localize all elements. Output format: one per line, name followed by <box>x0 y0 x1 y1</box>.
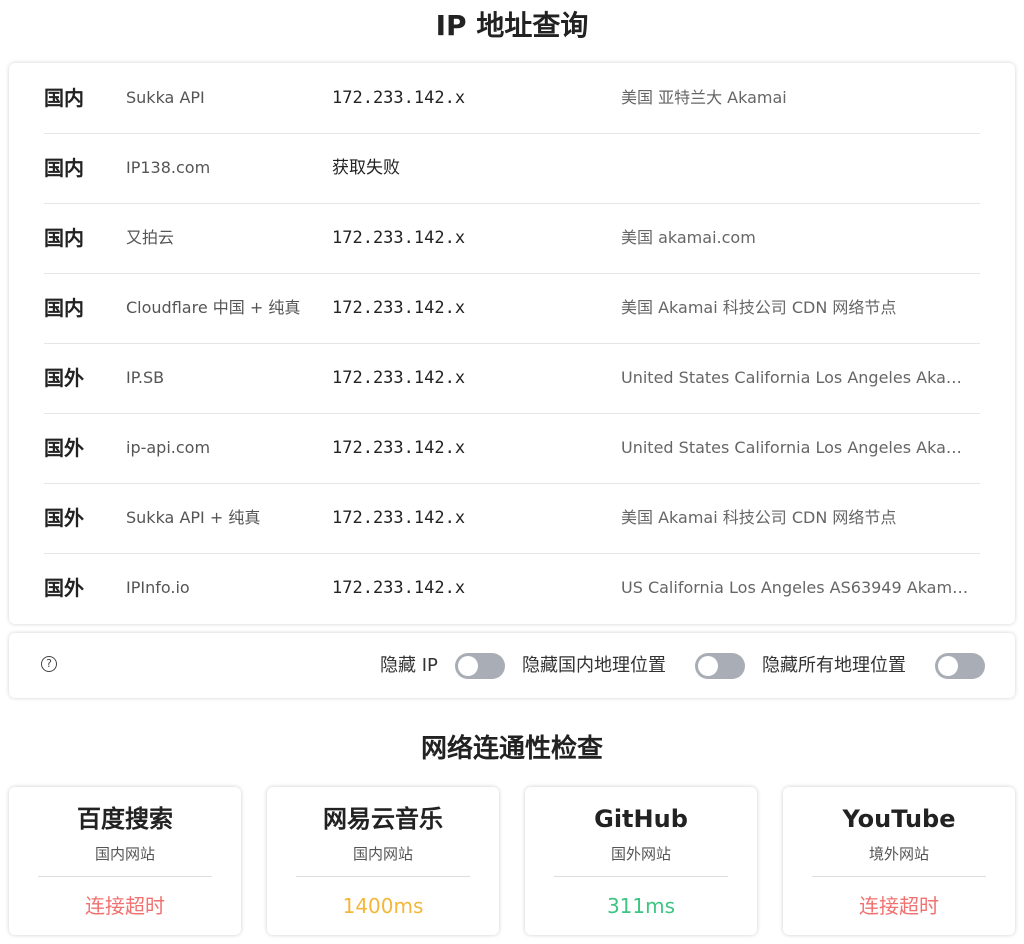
site-card-baidu[interactable]: 百度搜索 国内网站 连接超时 <box>9 787 241 935</box>
connectivity-title: 网络连通性检查 <box>420 734 603 764</box>
ip-value: 172.233.142.x <box>332 298 466 318</box>
divider <box>38 876 212 877</box>
geo-location: 美国 Akamai 科技公司 CDN 网络节点 <box>621 298 897 317</box>
ip-value: 172.233.142.x <box>332 228 466 248</box>
geo-location: US California Los Angeles AS63949 Akamai… <box>621 578 976 597</box>
source-name: IP138.com <box>126 158 211 177</box>
site-name: 网易云音乐 <box>323 805 443 833</box>
site-name: GitHub <box>594 805 688 833</box>
site-category: 国内网站 <box>94 845 155 863</box>
hide-all-geo-toggle[interactable] <box>935 653 985 679</box>
hide-all-geo-label: 隐藏所有地理位置 <box>762 655 906 676</box>
site-category: 国外网站 <box>610 845 671 863</box>
site-card-youtube[interactable]: YouTube 境外网站 连接超时 <box>783 787 1015 935</box>
toggle-knob <box>698 656 718 676</box>
region-label: 国内 <box>44 86 84 110</box>
site-status: 311ms <box>606 894 676 918</box>
ip-result-row: 国外 ip-api.com 172.233.142.x United State… <box>44 413 980 484</box>
help-icon[interactable]: ? <box>41 656 57 672</box>
source-name: ip-api.com <box>126 438 211 457</box>
source-name: 又拍云 <box>126 228 175 247</box>
ip-result-row: 国内 Cloudflare 中国 + 纯真 172.233.142.x 美国 A… <box>44 273 980 344</box>
toggle-knob <box>938 656 958 676</box>
geo-location: United States California Los Angeles Aka… <box>621 438 976 457</box>
geo-location: 美国 亚特兰大 Akamai <box>621 88 787 107</box>
ip-value: 172.233.142.x <box>332 438 466 458</box>
site-category: 境外网站 <box>868 845 929 863</box>
ip-result-row: 国内 IP138.com 获取失败 <box>44 133 980 204</box>
site-name: YouTube <box>842 805 956 833</box>
site-category: 国内网站 <box>352 845 413 863</box>
ip-result-row: 国内 又拍云 172.233.142.x 美国 akamai.com <box>44 203 980 274</box>
source-name: IPInfo.io <box>126 578 190 597</box>
region-label: 国外 <box>44 436 84 460</box>
site-card-netease-music[interactable]: 网易云音乐 国内网站 1400ms <box>267 787 499 935</box>
source-name: Sukka API <box>126 88 205 107</box>
site-status: 连接超时 <box>85 894 165 918</box>
hide-ip-toggle[interactable] <box>455 653 505 679</box>
ip-result-row: 国内 Sukka API 172.233.142.x 美国 亚特兰大 Akama… <box>44 63 980 134</box>
site-name: 百度搜索 <box>77 805 173 833</box>
source-name: IP.SB <box>126 368 165 387</box>
region-label: 国外 <box>44 366 84 390</box>
display-options-bar: ? 隐藏 IP 隐藏国内地理位置 隐藏所有地理位置 <box>9 633 1015 698</box>
page-title: IP 地址查询 <box>435 9 589 42</box>
site-status: 连接超时 <box>859 894 939 918</box>
ip-value: 172.233.142.x <box>332 368 466 388</box>
ip-results-card: 国内 Sukka API 172.233.142.x 美国 亚特兰大 Akama… <box>9 63 1015 624</box>
geo-location: 美国 akamai.com <box>621 228 756 247</box>
region-label: 国外 <box>44 576 84 600</box>
region-label: 国内 <box>44 156 84 180</box>
geo-location: United States California Los Angeles Aka… <box>621 368 976 387</box>
ip-value: 172.233.142.x <box>332 508 466 528</box>
hide-ip-label: 隐藏 IP <box>380 655 438 676</box>
hide-domestic-geo-label: 隐藏国内地理位置 <box>522 655 666 676</box>
divider <box>554 876 728 877</box>
divider <box>812 876 986 877</box>
ip-result-row: 国外 IPInfo.io 172.233.142.x US California… <box>44 553 980 623</box>
source-name: Cloudflare 中国 + 纯真 <box>126 298 301 317</box>
geo-location: 美国 Akamai 科技公司 CDN 网络节点 <box>621 508 897 527</box>
ip-value: 172.233.142.x <box>332 88 466 108</box>
source-name: Sukka API + 纯真 <box>126 508 261 527</box>
ip-value: 172.233.142.x <box>332 578 466 598</box>
ip-result-row: 国外 IP.SB 172.233.142.x United States Cal… <box>44 343 980 414</box>
region-label: 国外 <box>44 506 84 530</box>
region-label: 国内 <box>44 226 84 250</box>
hide-domestic-geo-toggle[interactable] <box>695 653 745 679</box>
toggle-knob <box>458 656 478 676</box>
site-status: 1400ms <box>342 894 424 918</box>
divider <box>296 876 470 877</box>
page: IP 地址查询 国内 Sukka API 172.233.142.x 美国 亚特… <box>0 0 1024 944</box>
region-label: 国内 <box>44 296 84 320</box>
ip-result-row: 国外 Sukka API + 纯真 172.233.142.x 美国 Akama… <box>44 483 980 554</box>
ip-value: 获取失败 <box>332 158 400 178</box>
site-card-github[interactable]: GitHub 国外网站 311ms <box>525 787 757 935</box>
